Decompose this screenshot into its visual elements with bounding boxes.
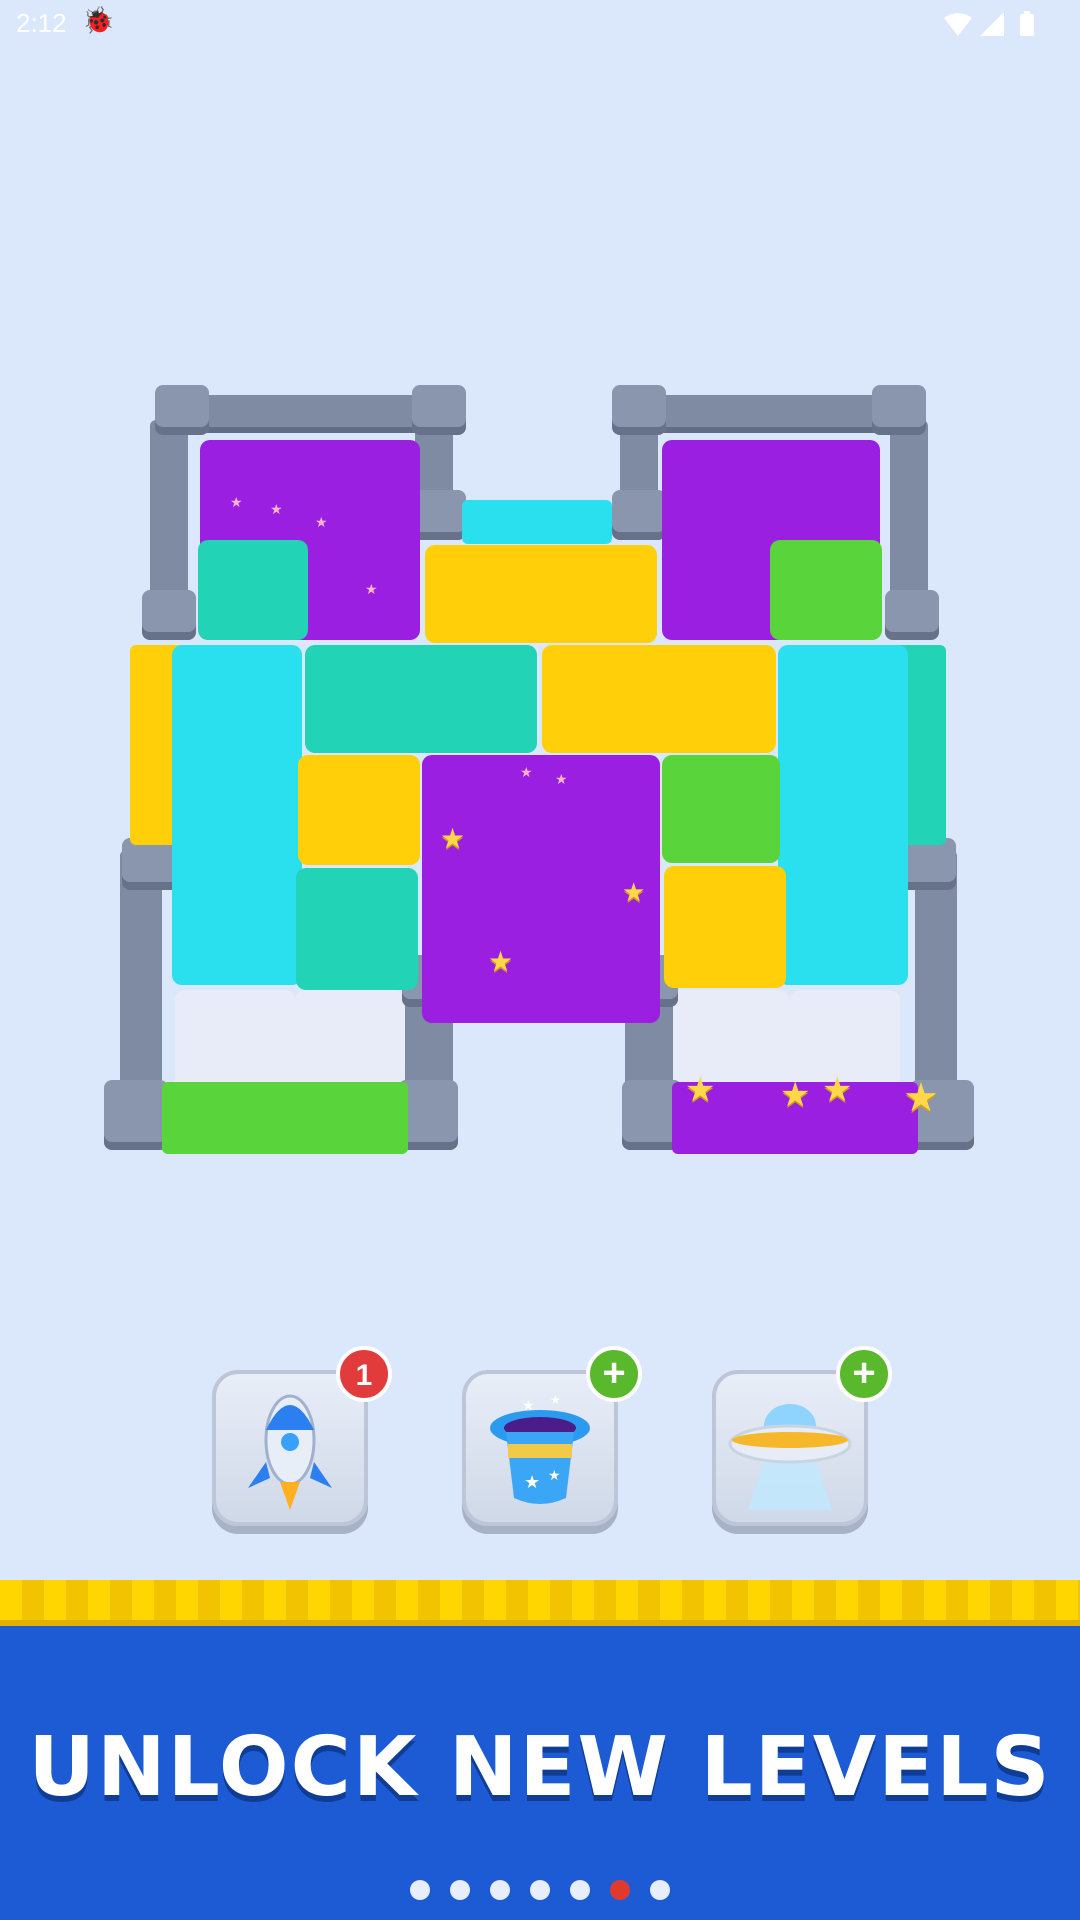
add-booster-badge[interactable]: + — [586, 1346, 642, 1402]
svg-text:★: ★ — [522, 1398, 535, 1414]
pagination-dots — [0, 1880, 1080, 1904]
wall-post — [104, 1080, 168, 1150]
star-icon: ★ — [440, 822, 466, 855]
svg-text:★: ★ — [524, 1472, 540, 1493]
block-yellow[interactable] — [298, 755, 420, 865]
wall-post — [142, 590, 196, 640]
banner-title: UNLOCK NEW LEVELS — [28, 1720, 1052, 1815]
block-yellow[interactable] — [664, 866, 786, 988]
block-teal[interactable] — [296, 868, 418, 990]
block-green[interactable] — [662, 755, 780, 863]
wall-post — [612, 385, 666, 435]
block-cyan[interactable] — [778, 645, 908, 985]
booster-magic-hat-button[interactable]: ★ ★ ★ ★ + — [462, 1346, 642, 1526]
wall-post — [412, 490, 466, 540]
sparkle-icon: ★ — [555, 772, 568, 788]
pagination-dot[interactable] — [610, 1880, 630, 1900]
pagination-dot[interactable] — [490, 1880, 510, 1900]
add-booster-badge[interactable]: + — [836, 1346, 892, 1402]
pagination-dot[interactable] — [570, 1880, 590, 1900]
star-icon: ★ — [685, 1070, 716, 1110]
star-icon: ★ — [622, 878, 646, 908]
block-green[interactable] — [770, 540, 882, 640]
wall-post — [155, 385, 209, 435]
wall-post — [612, 490, 666, 540]
wall-post — [885, 590, 939, 640]
booster-bar: 1 ★ ★ ★ ★ + + — [0, 1346, 1080, 1550]
wall-post — [412, 385, 466, 435]
pagination-dot[interactable] — [530, 1880, 550, 1900]
svg-text:★: ★ — [550, 1393, 561, 1407]
star-icon: ★ — [780, 1075, 811, 1115]
sparkle-icon: ★ — [520, 765, 533, 781]
exit-gate-green — [162, 1082, 408, 1154]
sparkle-icon: ★ — [365, 582, 378, 598]
booster-ufo-button[interactable]: + — [712, 1346, 892, 1526]
block-teal[interactable] — [305, 645, 537, 753]
star-icon: ★ — [822, 1070, 853, 1110]
game-board: ★ ★ ★ ★ ★ ★ ★ ★ ★ ★ ★ ★ ★ — [0, 0, 1080, 1200]
exit-gate-cyan — [462, 500, 612, 544]
star-icon: ★ — [488, 945, 514, 978]
booster-count-badge: 1 — [336, 1346, 392, 1402]
block-yellow[interactable] — [542, 645, 776, 753]
pagination-dot[interactable] — [650, 1880, 670, 1900]
block-cyan[interactable] — [172, 645, 302, 985]
sparkle-icon: ★ — [270, 502, 283, 518]
banner-trim — [0, 1580, 1080, 1626]
block-yellow[interactable] — [425, 545, 657, 643]
pagination-dot[interactable] — [450, 1880, 470, 1900]
star-icon: ★ — [903, 1075, 939, 1121]
promo-banner: UNLOCK NEW LEVELS — [0, 1580, 1080, 1920]
svg-text:★: ★ — [548, 1468, 561, 1484]
pagination-dot[interactable] — [410, 1880, 430, 1900]
booster-rocket-button[interactable]: 1 — [212, 1346, 392, 1526]
wall-post — [872, 385, 926, 435]
sparkle-icon: ★ — [230, 495, 243, 511]
block-teal[interactable] — [198, 540, 308, 640]
sparkle-icon: ★ — [315, 515, 328, 531]
